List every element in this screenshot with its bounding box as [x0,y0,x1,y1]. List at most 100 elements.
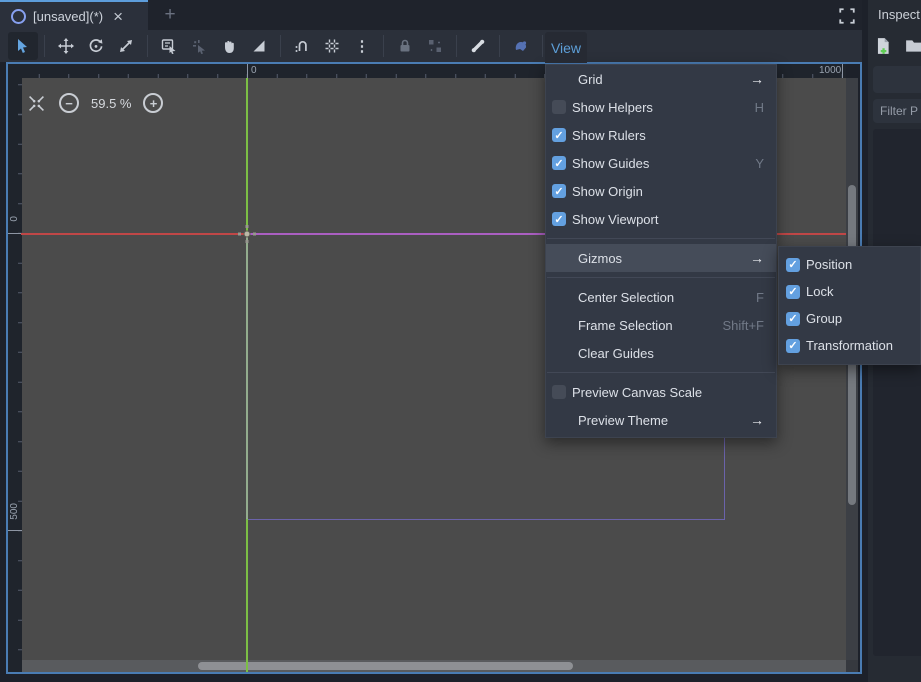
y-axis-line [246,519,248,672]
ruler-icon [251,38,267,54]
zoom-out-button[interactable]: − [59,93,79,113]
horizontal-scrollbar-thumb[interactable] [198,662,573,670]
y-axis-line [246,78,248,233]
skeleton-options-button[interactable] [506,32,536,60]
menu-item-gizmos[interactable]: Gizmos → [546,244,776,272]
x-axis-line [21,233,246,235]
select-tool-button[interactable] [8,32,38,60]
menu-item-preview-theme[interactable]: Preview Theme → [546,406,776,434]
new-scene-tab-button[interactable]: + [156,0,184,30]
pan-hand-icon [221,38,237,54]
list-select-tool-button[interactable] [154,32,184,60]
filter-properties-input[interactable]: Filter P [873,99,921,123]
checkbox-unchecked-icon [552,385,566,399]
menu-item-frame-selection[interactable]: Frame Selection Shift+F [546,311,776,339]
checkbox-checked-icon: ✓ [552,156,566,170]
ruler-vertical: 0 500 [8,78,22,672]
menu-item-show-guides[interactable]: ✓ Show Guides Y [546,149,776,177]
menu-item-clear-guides[interactable]: Clear Guides [546,339,776,367]
group-icon [427,38,443,54]
submenu-arrow-icon: → [750,250,764,266]
checkbox-checked-icon: ✓ [786,312,800,326]
submenu-arrow-icon: → [750,412,764,428]
submenu-arrow-icon: → [750,71,764,87]
view-menu-button[interactable]: View [545,32,587,63]
canvas-vertical-scrollbar[interactable] [846,78,858,660]
view-menu-popup: Grid → Show Helpers H ✓ Show Rulers ✓ Sh… [545,64,777,438]
scene-tab-bar: [unsaved](*) × + [0,0,862,30]
checkbox-checked-icon: ✓ [552,184,566,198]
select-arrow-icon [15,38,31,54]
zoom-in-button[interactable]: + [143,93,163,113]
menu-separator [547,238,775,239]
smart-snap-icon [294,38,310,54]
menu-item-show-origin[interactable]: ✓ Show Origin [546,177,776,205]
resource-selector[interactable] [873,66,921,93]
checkbox-checked-icon: ✓ [552,128,566,142]
y-axis-line [246,233,248,519]
zoom-level-label[interactable]: 59.5 % [91,96,131,111]
select-region-tool-button[interactable] [184,32,214,60]
checkbox-checked-icon: ✓ [552,212,566,226]
toolbar-divider [44,35,45,57]
toolbar-divider [280,35,281,57]
center-view-icon[interactable] [28,95,45,112]
inspector-title: Inspect [878,7,920,22]
checkbox-checked-icon: ✓ [786,258,800,272]
toolbar-divider [147,35,148,57]
scene-icon [11,9,26,24]
distraction-free-mode-icon[interactable] [837,6,857,26]
close-icon[interactable]: × [113,8,123,25]
rotate-tool-button[interactable] [81,32,111,60]
scale-icon [118,38,134,54]
menu-separator [547,277,775,278]
bottom-strip [0,674,862,682]
gizmos-submenu-popup: ✓ Position ✓ Lock ✓ Group ✓ Transformati… [778,246,921,365]
pivot-select-icon [191,38,207,54]
ruler-label: 500 [9,503,20,520]
smart-snap-button[interactable] [287,32,317,60]
skeleton-bone-button[interactable] [463,32,493,60]
skeleton-options-icon [513,38,529,54]
menu-item-show-viewport[interactable]: ✓ Show Viewport [546,205,776,233]
toolbar-divider [456,35,457,57]
expand-icon [838,7,856,25]
group-object-button[interactable] [420,32,450,60]
pan-tool-button[interactable] [214,32,244,60]
canvas-horizontal-scrollbar[interactable] [22,660,846,672]
menu-item-center-selection[interactable]: Center Selection F [546,283,776,311]
menu-item-preview-canvas-scale[interactable]: Preview Canvas Scale [546,378,776,406]
list-select-icon [161,38,177,54]
menu-item-grid[interactable]: Grid → [546,65,776,93]
toolbar-divider [542,35,543,57]
toolbar-divider [499,35,500,57]
grid-snap-icon [324,38,340,54]
submenu-item-position[interactable]: ✓ Position [779,251,920,278]
submenu-item-transformation[interactable]: ✓ Transformation [779,332,920,359]
rotate-icon [88,38,104,54]
move-tool-button[interactable] [51,32,81,60]
scrollbar-corner [846,660,858,672]
submenu-item-group[interactable]: ✓ Group [779,305,920,332]
menu-separator [547,372,775,373]
submenu-item-lock[interactable]: ✓ Lock [779,278,920,305]
scale-tool-button[interactable] [111,32,141,60]
scene-tab[interactable]: [unsaved](*) × [0,0,148,30]
checkbox-checked-icon: ✓ [786,339,800,353]
canvas-toolbar: ⋮ [0,30,862,62]
menu-item-show-helpers[interactable]: Show Helpers H [546,93,776,121]
ruler-corner [8,64,22,78]
menu-item-show-rulers[interactable]: ✓ Show Rulers [546,121,776,149]
ruler-tool-button[interactable] [244,32,274,60]
checkbox-unchecked-icon [552,100,566,114]
snap-options-button[interactable]: ⋮ [347,32,377,60]
bone-icon [470,38,486,54]
lock-object-button[interactable] [390,32,420,60]
vertical-dots-icon: ⋮ [355,39,370,54]
ruler-label: 1000 [819,64,841,77]
lock-icon [397,38,413,54]
grid-snap-button[interactable] [317,32,347,60]
new-resource-icon[interactable] [874,37,892,55]
load-resource-folder-icon[interactable] [905,37,921,55]
move-icon [58,38,74,54]
